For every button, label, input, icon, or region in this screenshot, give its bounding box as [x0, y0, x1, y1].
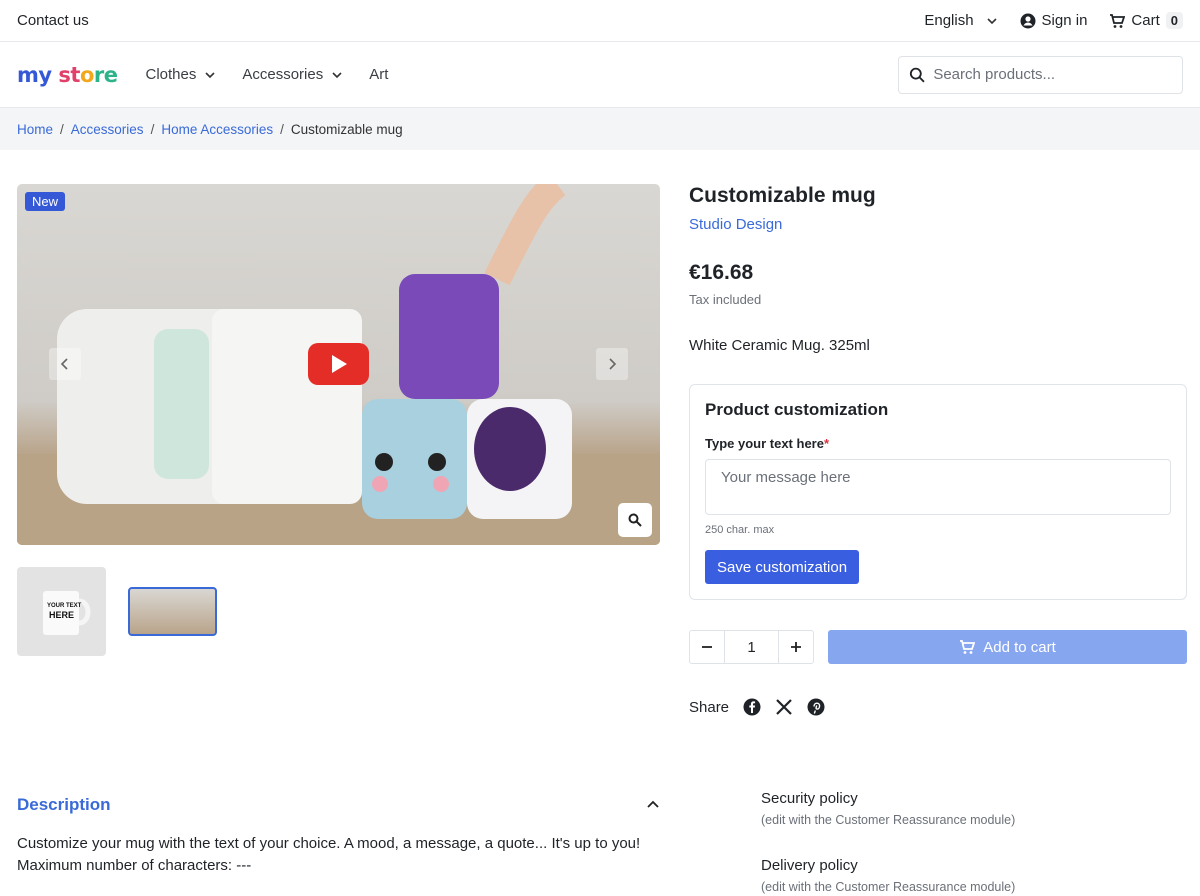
quantity-input[interactable]: 1	[724, 631, 779, 663]
play-icon	[331, 355, 347, 373]
minus-icon	[702, 646, 712, 648]
nav-item-clothes[interactable]: Clothes	[145, 66, 216, 83]
chevron-down-icon	[986, 17, 997, 24]
add-to-cart-row: 1 Add to cart	[689, 630, 1187, 664]
add-to-cart-button[interactable]: Add to cart	[828, 630, 1187, 664]
thumb-text: HERE	[49, 610, 75, 620]
top-bar-right: English Sign in Cart 0	[924, 12, 1183, 29]
add-to-cart-label: Add to cart	[983, 638, 1056, 656]
description-line: Customize your mug with the text of your…	[17, 835, 641, 852]
reassurance-title: Delivery policy	[761, 857, 858, 874]
nav-item-art[interactable]: Art	[369, 66, 388, 83]
product-price: €16.68	[689, 261, 754, 284]
customization-label: Type your text here*	[705, 436, 1171, 451]
chevron-left-icon	[60, 358, 68, 370]
breadcrumb-home-accessories[interactable]: Home Accessories	[161, 122, 273, 137]
thumb-text: YOUR TEXT	[47, 603, 82, 609]
language-label: English	[924, 12, 974, 29]
main-nav: Clothes Accessories Art	[145, 66, 388, 83]
description-text: Customize your mug with the text of your…	[17, 833, 660, 877]
reassurance-item: Delivery policy (edit with the Customer …	[761, 857, 1161, 894]
customization-title: Product customization	[705, 400, 889, 419]
breadcrumb-accessories[interactable]: Accessories	[71, 122, 144, 137]
description-line: Maximum number of characters: ---	[17, 857, 252, 874]
sign-in-label: Sign in	[1041, 12, 1088, 29]
save-customization-button[interactable]: Save customization	[705, 550, 860, 584]
description-title: Description	[17, 795, 111, 814]
zoom-icon	[628, 513, 642, 527]
breadcrumb-separator: /	[150, 121, 155, 137]
search-box	[898, 55, 1183, 94]
contact-link[interactable]: Contact us	[17, 12, 89, 29]
logo-part: st	[58, 62, 80, 87]
product-brand-link[interactable]: Studio Design	[689, 216, 1187, 233]
product-cover-image[interactable]: New	[17, 184, 660, 545]
nav-label: Accessories	[242, 66, 324, 83]
logo-part: my	[17, 62, 52, 87]
breadcrumb-separator: /	[60, 121, 64, 137]
cart-label: Cart	[1131, 12, 1160, 29]
gallery-next-button[interactable]	[596, 348, 628, 380]
reassurance-subtitle: (edit with the Customer Reassurance modu…	[761, 880, 1016, 894]
quantity-stepper: 1	[689, 630, 814, 664]
language-selector[interactable]: English	[924, 12, 997, 29]
zoom-button[interactable]	[618, 503, 652, 537]
chevron-down-icon	[332, 71, 342, 78]
user-icon	[1020, 13, 1036, 28]
thumbnail-cricut[interactable]	[128, 587, 217, 636]
short-description: White Ceramic Mug. 325ml	[689, 337, 870, 354]
thumbnail-mug[interactable]: YOUR TEXT HERE	[17, 567, 106, 656]
breadcrumb-separator: /	[280, 121, 284, 137]
x-icon[interactable]	[775, 698, 793, 716]
cart-count-badge: 0	[1165, 12, 1183, 29]
product-info: Customizable mug Studio Design €16.68 Ta…	[689, 184, 1187, 716]
thumbnail-list: YOUR TEXT HERE	[17, 567, 660, 656]
cart-icon	[960, 640, 976, 654]
site-header: my store Clothes Accessories Art	[0, 42, 1200, 108]
pinterest-icon[interactable]	[807, 698, 825, 716]
facebook-icon[interactable]	[743, 698, 761, 716]
breadcrumb-home[interactable]: Home	[17, 122, 53, 137]
store-logo[interactable]: my store	[17, 62, 118, 87]
cart-link[interactable]: Cart 0	[1109, 12, 1183, 29]
top-bar: Contact us English Sign in Cart 0	[0, 0, 1200, 42]
chevron-down-icon	[205, 71, 215, 78]
reassurance-block: Security policy (edit with the Customer …	[761, 790, 1161, 896]
reassurance-title: Security policy	[761, 790, 858, 807]
description-section: Description Customize your mug with the …	[17, 795, 660, 896]
chevron-up-icon[interactable]	[646, 798, 660, 812]
cart-icon	[1110, 13, 1126, 28]
gallery-prev-button[interactable]	[49, 348, 81, 380]
search-input[interactable]	[933, 66, 1172, 83]
search-icon[interactable]	[909, 66, 925, 84]
nav-label: Art	[369, 66, 389, 83]
nav-item-accessories[interactable]: Accessories	[242, 66, 343, 83]
video-play-button[interactable]	[308, 343, 369, 385]
tax-label: Tax included	[689, 292, 762, 307]
quantity-decrease-button[interactable]	[690, 631, 724, 663]
customization-label-text: Type your text here	[705, 436, 824, 451]
share-label: Share	[689, 698, 730, 716]
reassurance-subtitle: (edit with the Customer Reassurance modu…	[761, 813, 1016, 827]
logo-part: re	[93, 62, 118, 87]
logo-part: o	[79, 62, 94, 87]
customization-panel: Product customization Type your text her…	[689, 384, 1187, 600]
breadcrumb-current: Customizable mug	[290, 121, 403, 137]
sign-in-link[interactable]: Sign in	[1020, 12, 1088, 29]
customization-textarea[interactable]	[705, 459, 1171, 515]
breadcrumb: Home / Accessories / Home Accessories / …	[0, 108, 1200, 150]
quantity-increase-button[interactable]	[779, 631, 813, 663]
chevron-right-icon	[609, 358, 617, 370]
product-title: Customizable mug	[689, 184, 876, 207]
nav-label: Clothes	[145, 66, 197, 83]
char-max-hint: 250 char. max	[705, 524, 775, 536]
new-badge: New	[25, 192, 66, 211]
share-row: Share	[689, 698, 1187, 716]
required-mark: *	[823, 436, 830, 451]
plus-icon	[791, 642, 801, 652]
reassurance-item: Security policy (edit with the Customer …	[761, 790, 1161, 827]
description-header[interactable]: Description	[17, 795, 660, 815]
product-gallery: New YOUR TEXT HERE	[17, 184, 660, 656]
